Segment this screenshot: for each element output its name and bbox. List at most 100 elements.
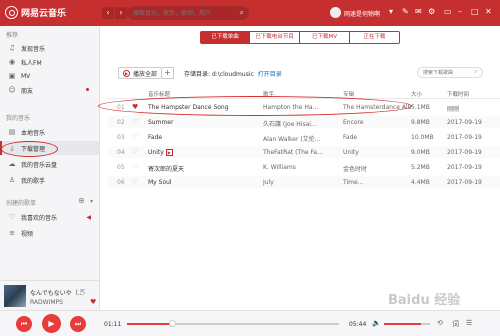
search-box[interactable]: ⌕ — [127, 6, 249, 20]
radio-icon: ◉ — [8, 58, 16, 66]
song-album[interactable]: Fade — [343, 134, 411, 141]
tab-downloaded-mv[interactable]: 已下载MV — [300, 31, 350, 44]
header-size[interactable]: 大小 — [411, 90, 422, 98]
header-album[interactable]: 专辑 — [343, 90, 354, 98]
play-button[interactable]: ▶ — [42, 314, 61, 333]
sidebar-item-local-music[interactable]: ▤ 本地音乐 — [0, 125, 99, 139]
heart-icon[interactable]: ♡ — [132, 133, 138, 141]
netease-logo-icon — [5, 6, 18, 19]
total-duration: 05:44 — [349, 321, 367, 328]
table-row[interactable]: 04 ♡ Unity ▶ TheFatRat (The Fa… Unity 9.0… — [108, 146, 500, 158]
action-bar: ▶ 播放全部 + 存储目录: d:\cloudmusic 打开目录 — [118, 67, 282, 79]
table-row[interactable]: 05 ♡ 寄次郎的夏天 K. Williams 金色时时 5.2MB 2017-… — [108, 161, 500, 173]
sidebar-item-cloud-disk[interactable]: ☁ 我的音乐云盘 — [0, 157, 99, 171]
album-cover[interactable] — [4, 285, 26, 307]
song-album[interactable]: 金色时时 — [343, 164, 411, 173]
close-icon[interactable]: ✕ — [485, 7, 492, 16]
sidebar-item-discover[interactable]: ♫ 发现音乐 — [0, 41, 99, 55]
volume-slider[interactable] — [384, 323, 430, 325]
song-album[interactable]: Encore — [343, 119, 411, 126]
heart-icon[interactable]: ♡ — [132, 148, 138, 156]
friends-icon: ☺ — [8, 86, 16, 94]
progress-bar[interactable] — [127, 320, 339, 327]
mv-badge-icon[interactable]: ▶ — [165, 149, 173, 156]
song-artist[interactable]: 久石譲 (Joe Hisai… — [263, 119, 339, 128]
search-icon[interactable]: ⌕ — [240, 8, 244, 18]
like-heart-icon[interactable]: ♥ — [90, 298, 96, 306]
tab-downloading[interactable]: 正在下载 — [350, 31, 400, 44]
sidebar-item-download-manager[interactable]: ⤓ 下载管理 — [0, 141, 99, 155]
add-playlist-icon[interactable]: ⊕ — [78, 196, 85, 205]
table-row[interactable]: 06 ♡ My Soul July Time... 4.4MB 2017-09-… — [108, 176, 500, 188]
song-album[interactable]: Time... — [343, 179, 411, 186]
title-bar: 网易云音乐 ‹ › ⌕ 网速是何物啊 ▾ ✎ ✉ ⚙ ▭ – □ ✕ — [0, 0, 500, 26]
sidebar-item-mv[interactable]: ▣ MV — [0, 69, 99, 83]
next-track-button[interactable]: ⏭ — [70, 316, 86, 332]
table-row[interactable]: 02 ♡ Summer 久石譲 (Joe Hisai… Encore 9.8MB… — [108, 116, 500, 128]
now-playing-title: なんでもないや（… — [30, 290, 84, 297]
username[interactable]: 网速是何物啊 — [344, 9, 380, 18]
heartbeat-mode-icon[interactable]: ◀ — [86, 214, 91, 221]
header-title[interactable]: 音乐标题 — [148, 90, 170, 98]
sidebar-item-my-singers[interactable]: ♙ 我的歌手 — [0, 173, 99, 187]
song-artist[interactable]: TheFatRat (The Fa… — [263, 149, 339, 156]
sidebar-item-video[interactable]: ≡ 视频 — [0, 226, 99, 240]
song-artist[interactable]: Hampton the Ha… — [263, 104, 339, 111]
search-input[interactable] — [133, 9, 233, 17]
sidebar-item-fm[interactable]: ◉ 私人FM — [0, 55, 99, 69]
row-number: 04 — [117, 149, 125, 156]
collapse-icon[interactable]: ▾ — [90, 198, 93, 205]
heart-icon[interactable]: ♡ — [132, 178, 138, 186]
tab-downloaded-radio[interactable]: 已下载电台节目 — [250, 31, 300, 44]
table-row[interactable]: 01 ♥ The Hampster Dance Song Hampton the… — [108, 101, 500, 113]
maximize-icon[interactable]: □ — [471, 7, 479, 16]
add-to-playlist-button[interactable]: + — [162, 67, 175, 79]
avatar[interactable] — [330, 7, 341, 18]
elapsed-time: 01:11 — [104, 321, 122, 328]
progress-knob[interactable] — [168, 320, 176, 327]
volume-icon[interactable]: 🔈 — [372, 319, 381, 327]
download-tabs: 已下载单曲 已下载电台节目 已下载MV 正在下载 — [200, 31, 400, 44]
lyrics-icon[interactable]: 词 — [452, 319, 459, 329]
song-download-time: 2017-09-19 — [447, 119, 482, 126]
forward-arrow-icon[interactable]: › — [115, 7, 127, 19]
song-title: Fade — [148, 134, 163, 141]
mail-icon[interactable]: ✉ — [415, 7, 422, 16]
song-artist[interactable]: July — [263, 179, 339, 186]
loop-mode-icon[interactable]: ⟲ — [437, 319, 443, 327]
local-music-icon: ▤ — [8, 128, 16, 136]
minimize-icon[interactable]: – — [458, 7, 462, 16]
skin-icon[interactable]: ✎ — [402, 7, 409, 16]
play-all-button[interactable]: ▶ 播放全部 — [118, 67, 163, 79]
mini-mode-icon[interactable]: ▭ — [444, 7, 452, 16]
song-album[interactable]: Unity — [343, 149, 411, 156]
song-title: My Soul — [148, 179, 172, 186]
song-title: Unity — [148, 149, 164, 156]
table-row[interactable]: 03 ♡ Fade Alan Walker (艾伦… Fade 10.0MB 2… — [108, 131, 500, 143]
now-playing-card[interactable]: なんでもないや（… RADWIMPS ⇱ ♥ — [0, 280, 100, 310]
settings-icon[interactable]: ⚙ — [428, 7, 435, 16]
liked-heart-icon[interactable]: ♥ — [132, 103, 138, 111]
song-artist[interactable]: Alan Walker (艾伦… — [263, 134, 339, 143]
tab-downloaded-songs[interactable]: 已下载单曲 — [200, 31, 250, 44]
previous-track-button[interactable]: ⏮ — [16, 316, 32, 332]
heart-icon[interactable]: ♡ — [132, 163, 138, 171]
header-artist[interactable]: 歌手 — [263, 90, 274, 98]
sidebar-item-label: 发现音乐 — [21, 45, 46, 53]
back-arrow-icon[interactable]: ‹ — [102, 7, 114, 19]
heart-icon[interactable]: ♡ — [132, 118, 138, 126]
song-album[interactable]: The Hamsterdance Album — [343, 104, 411, 111]
song-artist[interactable]: K. Williams — [263, 164, 339, 171]
open-directory-link[interactable]: 打开目录 — [258, 69, 282, 78]
search-icon[interactable]: ⌕ — [474, 68, 477, 76]
app-logo[interactable]: 网易云音乐 — [5, 6, 66, 19]
sidebar-item-friends[interactable]: ☺ 朋友 — [0, 83, 99, 97]
share-icon[interactable]: ⇱ — [80, 288, 86, 296]
section-title-created-playlists: 创建的歌单 — [6, 200, 37, 207]
dropdown-icon[interactable]: ▾ — [389, 7, 393, 16]
now-playing-artist[interactable]: RADWIMPS — [30, 299, 63, 306]
header-download-time[interactable]: 下载时间 — [447, 90, 469, 98]
song-title: Summer — [148, 119, 174, 126]
playlist-icon[interactable]: ☰ — [466, 319, 472, 327]
sidebar-item-liked-music[interactable]: ♡ 我喜欢的音乐 ◀ — [0, 210, 99, 224]
